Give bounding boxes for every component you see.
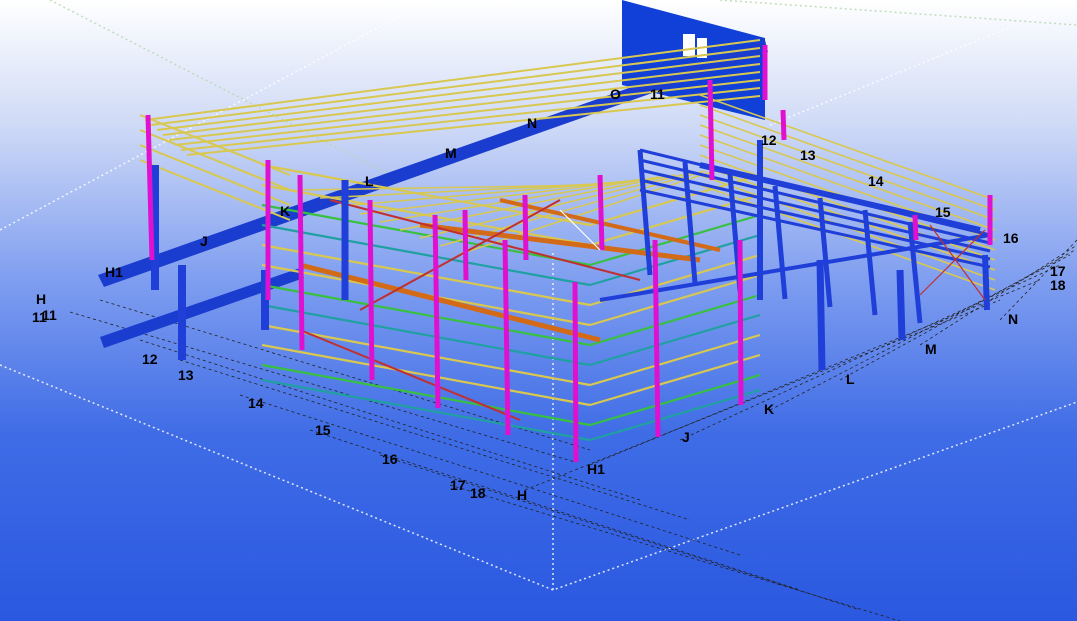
grid-label-top-number: 12	[761, 132, 777, 148]
grid-label-front-letter: L	[846, 371, 855, 387]
steel-column	[145, 114, 155, 261]
grid-label-top-number: 16	[1003, 230, 1019, 246]
grid-label-front-letter: J	[682, 429, 690, 445]
grid-line	[839, 249, 1076, 381]
grid-label-front-number: 15	[315, 422, 331, 438]
grid-label-front-number: 14	[248, 395, 264, 411]
grid-label-left-number: 11	[32, 309, 47, 325]
grid-label-front-number: 18	[470, 485, 486, 501]
bracing	[329, 199, 641, 281]
blue-column	[816, 259, 826, 371]
steel-column	[522, 194, 529, 261]
grid-label-front-number: 13	[178, 367, 194, 383]
girt	[589, 273, 761, 327]
purlin	[162, 63, 761, 136]
grid-label-top-number: 15	[935, 204, 951, 220]
steel-column	[737, 239, 744, 406]
grid-label-front-number: 16	[382, 451, 398, 467]
blue-column	[982, 254, 990, 311]
grid-label-front-letter: M	[925, 341, 937, 357]
girt	[589, 313, 761, 367]
steel-column	[367, 199, 375, 381]
girt	[261, 378, 591, 442]
structural-members	[139, 39, 996, 463]
grid-line	[679, 264, 1061, 441]
grid-label-top-letter: L	[365, 173, 374, 189]
grid-label-front-number: 12	[142, 351, 158, 367]
grid-label-front-letter: N	[1008, 311, 1018, 327]
steel-column	[432, 214, 441, 409]
grid-label-front-letter: K	[764, 401, 774, 417]
grid-line	[179, 359, 691, 521]
grid-line	[69, 311, 576, 463]
grid-line	[449, 484, 901, 621]
steel-column	[707, 79, 715, 181]
grid-label-top-number: 18	[1050, 277, 1066, 293]
grid-label-top-letter: K	[280, 203, 290, 219]
girt	[589, 373, 761, 427]
girt	[589, 333, 761, 387]
grid-label-top-number: 13	[800, 147, 816, 163]
grid-label-top-letter: H1	[105, 264, 123, 280]
grid-label-left-letter: H	[36, 291, 46, 307]
grid-label-top-number: 14	[868, 173, 884, 189]
roof-purlin	[699, 154, 996, 261]
structure-3d-scene[interactable]: 11121314151617 18 HH1JKLMNH1JKLMNO 11121314…	[0, 0, 1077, 621]
steel-column	[502, 239, 511, 436]
grid-line	[769, 254, 1071, 411]
steel-column	[462, 209, 469, 281]
purlin	[174, 79, 761, 146]
grid-label-top-letter: N	[527, 115, 537, 131]
steel-column	[572, 281, 579, 463]
purlin	[180, 87, 761, 151]
grid-label-front-number: 17	[450, 477, 466, 493]
blue-column	[637, 149, 653, 276]
grid-line	[919, 244, 1077, 346]
grid-label-front-letter: H1	[587, 461, 605, 477]
model-viewport[interactable]: 11 12 13 14 15 16 17 18 H H1 J K L M N H1 J K L M N O 11 12 13 14…	[0, 0, 1077, 621]
grid-label-top-letter: M	[445, 145, 457, 161]
steel-column	[652, 239, 661, 438]
roof-member	[399, 174, 676, 231]
grid-label-top-number: 11	[650, 86, 665, 102]
steel-column	[297, 174, 305, 351]
steel-column	[780, 109, 787, 141]
grid-label-front-letter: H	[517, 487, 527, 503]
grid-label-top-letter: O	[610, 86, 621, 102]
girt	[589, 293, 761, 347]
grid-label-top-letter: J	[200, 233, 208, 249]
steel-column	[912, 214, 919, 241]
steel-column	[597, 174, 605, 251]
blue-column	[896, 269, 906, 341]
